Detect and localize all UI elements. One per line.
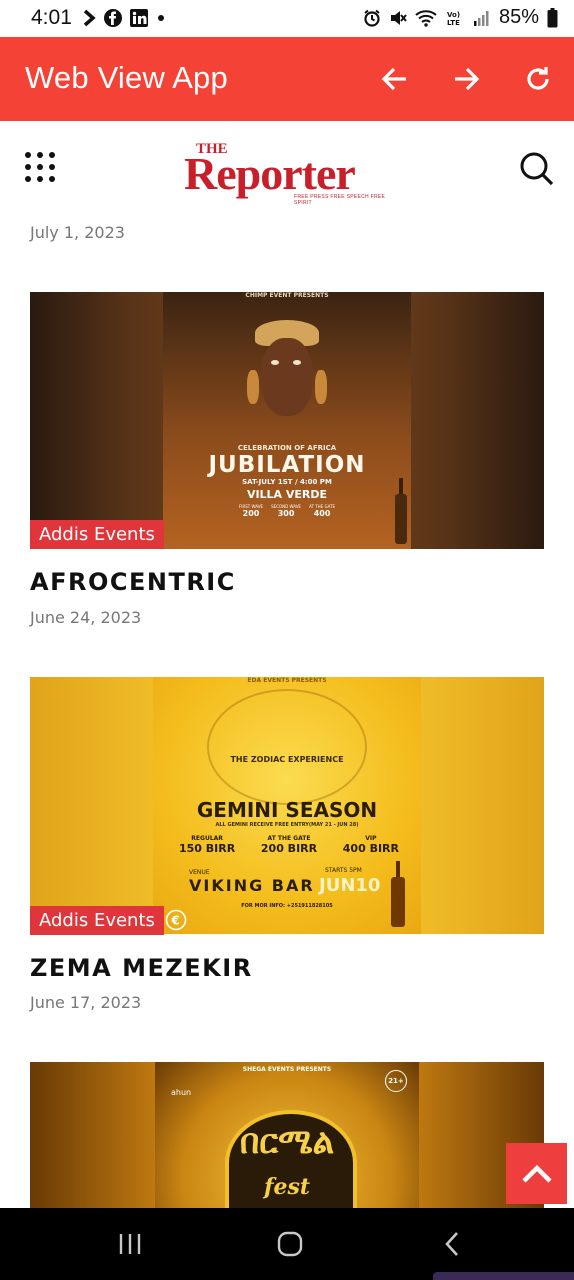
- app-bar: Web View App: [0, 37, 574, 121]
- category-badge[interactable]: Addis Events: [30, 520, 164, 549]
- logo-tagline: FREE PRESS FREE SPEECH FREE SPIRIT: [294, 194, 386, 206]
- poster-info: FOR MOR INFO: +251911828105: [241, 903, 333, 909]
- poster-top-line: EDA EVENTS PRESENTS: [247, 677, 327, 684]
- back-button[interactable]: [375, 59, 415, 99]
- post-date: July 1, 2023: [30, 223, 125, 242]
- ethiopian-events-icon: €: [165, 909, 187, 931]
- chevron-right-icon: [83, 9, 96, 27]
- price-item: AT THE GATE 200 BIRR: [260, 835, 318, 855]
- recents-icon: [119, 1234, 141, 1254]
- status-right-icons: Vo) LTE 85%: [363, 6, 558, 29]
- app-title: Web View App: [25, 60, 228, 95]
- post-title[interactable]: AFROCENTRIC: [30, 568, 236, 596]
- post-image[interactable]: CHIMP EVENT PRESENTS CELEBRATION OF AFRI…: [30, 292, 544, 549]
- arrow-left-icon: [381, 67, 406, 91]
- poster-top-line: SHEGA EVENTS PRESENTS: [242, 1066, 332, 1073]
- poster-headline: JUBILATION: [208, 452, 366, 478]
- forward-button[interactable]: [446, 59, 486, 99]
- post-image[interactable]: EDA EVENTS PRESENTS THE ZODIAC EXPERIENC…: [30, 677, 544, 934]
- price-item: AT THE GATE 400: [309, 504, 335, 518]
- poster-headline: በርሜል: [239, 1122, 335, 1162]
- recents-button[interactable]: [110, 1226, 150, 1262]
- volte-icon: Vo)LTE: [447, 11, 460, 27]
- poster-brand: THE ZODIAC EXPERIENCE: [230, 755, 344, 764]
- wifi-icon: [415, 9, 437, 27]
- grid-menu-icon[interactable]: [22, 149, 58, 185]
- search-icon[interactable]: [517, 149, 555, 187]
- home-icon: [277, 1231, 303, 1257]
- post-image[interactable]: SHEGA EVENTS PRESENTS 21+ ahun በርሜል fest: [30, 1062, 544, 1208]
- poster-brand: ahun: [171, 1088, 192, 1097]
- status-time: 4:01: [31, 6, 72, 29]
- alarm-icon: [364, 9, 380, 27]
- category-badge[interactable]: Addis Events: [30, 906, 164, 935]
- arrow-right-icon: [455, 67, 480, 91]
- mute-icon: [390, 10, 407, 25]
- poster-starts: STARTS 5PM: [325, 867, 362, 874]
- home-button[interactable]: [270, 1226, 310, 1262]
- facebook-icon: [104, 9, 122, 27]
- logo-word: Reporter: [184, 148, 356, 199]
- reload-button[interactable]: [518, 59, 558, 99]
- poster-when: SAT-JULY 1ST / 4:00 PM: [242, 478, 332, 486]
- poster-venue-label: VENUE: [189, 869, 210, 876]
- nav-handle: [433, 1272, 574, 1280]
- svg-text:€: €: [171, 914, 180, 928]
- scroll-to-top-button[interactable]: [506, 1143, 567, 1204]
- poster-age: 21+: [385, 1070, 407, 1092]
- poster-venue: VIKING BAR: [189, 876, 315, 895]
- chevron-up-icon: [521, 1164, 552, 1183]
- bottle-illustration: [395, 478, 407, 544]
- poster-headline: GEMINI SEASON: [196, 798, 378, 822]
- poster-subtitle: CELEBRATION OF AFRICA: [237, 444, 337, 452]
- poster-prices: REGULAR 150 BIRR AT THE GATE 200 BIRR VI…: [179, 835, 399, 855]
- mask-illustration: [247, 320, 327, 430]
- linkedin-icon: [130, 9, 148, 27]
- status-bar: 4:01 Vo) LTE 85%: [0, 0, 574, 37]
- svg-text:Vo): Vo): [447, 11, 460, 19]
- poster-script: fest: [263, 1174, 310, 1200]
- price-item: VIP 400 BIRR: [342, 835, 399, 855]
- post-date: June 17, 2023: [30, 993, 142, 1012]
- post-date: June 24, 2023: [30, 608, 142, 627]
- site-logo[interactable]: THE Reporter FREE PRESS FREE SPEECH FREE…: [184, 141, 394, 206]
- back-icon: [445, 1232, 458, 1256]
- poster-sub: ALL GEMINI RECEIVE FREE ENTRY(MAY 21 - J…: [215, 822, 359, 828]
- price-item: SECOND WAVE 300: [271, 504, 301, 518]
- poster-date: JUN10: [319, 875, 381, 896]
- dot-icon: [158, 15, 164, 21]
- bottle-illustration: [391, 861, 405, 927]
- signal-icon: [473, 10, 489, 26]
- system-nav-bar: [0, 1208, 574, 1280]
- poster-top-line: CHIMP EVENT PRESENTS: [245, 292, 329, 299]
- battery-icon: [547, 7, 558, 27]
- battery-percent: 85%: [498, 6, 539, 28]
- price-item: REGULAR 150 BIRR: [179, 835, 236, 855]
- price-item: FIRST WAVE 200: [239, 504, 263, 518]
- site-header: THE Reporter FREE PRESS FREE SPEECH FREE…: [0, 121, 574, 216]
- poster-venue: VILLA VERDE: [246, 488, 328, 501]
- refresh-icon: [527, 67, 549, 90]
- poster-panel: CHIMP EVENT PRESENTS CELEBRATION OF AFRI…: [163, 292, 411, 549]
- system-back-button[interactable]: [432, 1226, 472, 1262]
- status-left-icons: [82, 9, 166, 27]
- post-title[interactable]: ZEMA MEZEKIR: [30, 954, 253, 982]
- poster-panel: EDA EVENTS PRESENTS THE ZODIAC EXPERIENC…: [153, 677, 421, 934]
- zodiac-wheel-illustration: [207, 689, 367, 805]
- svg-text:LTE: LTE: [447, 19, 460, 27]
- poster-panel: SHEGA EVENTS PRESENTS 21+ ahun በርሜል fest: [155, 1062, 419, 1208]
- poster-prices: FIRST WAVE 200 SECOND WAVE 300 AT THE GA…: [239, 504, 335, 518]
